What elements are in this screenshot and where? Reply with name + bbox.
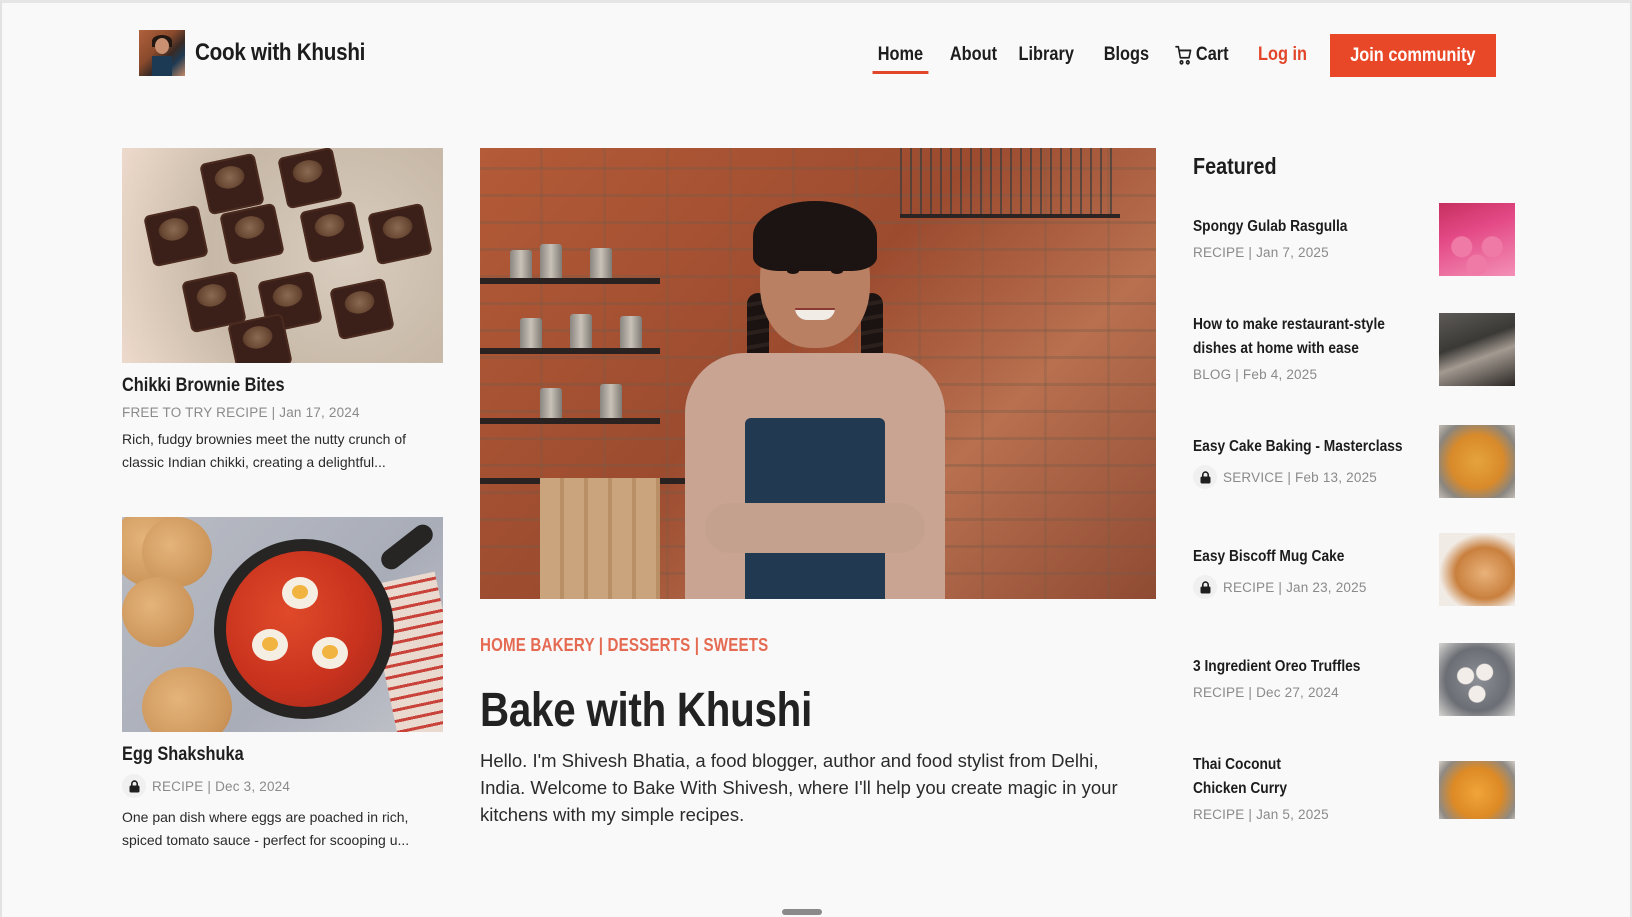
hero-title: Bake with Khushi [480, 684, 813, 737]
join-community-label: Join community [1350, 44, 1476, 66]
featured-item-meta: RECIPE | Dec 27, 2024 [1193, 685, 1339, 700]
card-image-chikki-brownie[interactable] [122, 148, 443, 363]
nav-library[interactable]: Library [1019, 44, 1074, 66]
featured-item-title[interactable]: Spongy Gulab Rasgulla [1193, 215, 1403, 239]
site-header: Cook with Khushi Home About Library Blog… [2, 3, 1630, 103]
hero-description: Hello. I'm Shivesh Bhatia, a food blogge… [480, 750, 1118, 825]
featured-item-meta: BLOG | Feb 4, 2025 [1193, 367, 1318, 382]
featured-item-meta: SERVICE | Feb 13, 2025 [1193, 465, 1403, 489]
card-image-egg-shakshuka[interactable] [122, 517, 443, 732]
featured-item-meta: RECIPE | Jan 5, 2025 [1193, 807, 1329, 822]
nav-home[interactable]: Home [872, 44, 929, 74]
logo-avatar-image [139, 30, 185, 76]
card-meta: RECIPE | Dec 3, 2024 [122, 774, 443, 798]
featured-item[interactable]: How to make restaurant-style dishes at h… [1193, 313, 1515, 386]
card-description: Rich, fudgy brownies meet the nutty crun… [122, 431, 407, 470]
scroll-handle[interactable] [782, 909, 822, 915]
nav-cart[interactable]: Cart [1174, 44, 1229, 66]
featured-item[interactable]: 3 Ingredient Oreo Truffles RECIPE | Dec … [1193, 643, 1515, 716]
featured-item-title[interactable]: How to make restaurant-style dishes at h… [1193, 313, 1403, 361]
brand-name: Cook with Khushi [195, 39, 366, 66]
lock-icon [1193, 465, 1217, 489]
featured-thumbnail-masterclass[interactable] [1439, 425, 1515, 498]
featured-item-meta: RECIPE | Jan 23, 2025 [1193, 575, 1403, 599]
lock-icon [1193, 575, 1217, 599]
featured-item-title[interactable]: Easy Biscoff Mug Cake [1193, 545, 1403, 569]
recipe-card[interactable]: Egg Shakshuka RECIPE | Dec 3, 2024 One p… [122, 517, 443, 852]
login-link[interactable]: Log in [1258, 44, 1307, 66]
featured-thumbnail-cooking[interactable] [1439, 313, 1515, 386]
card-title[interactable]: Egg Shakshuka [122, 744, 398, 766]
featured-thumbnail-truffles[interactable] [1439, 643, 1515, 716]
featured-item[interactable]: Spongy Gulab Rasgulla RECIPE | Jan 7, 20… [1193, 203, 1515, 276]
featured-item[interactable]: Thai Coconut Chicken Curry RECIPE | Jan … [1193, 753, 1515, 822]
featured-thumbnail-curry[interactable] [1439, 761, 1515, 819]
featured-thumbnail-rasgulla[interactable] [1439, 203, 1515, 276]
hero-category-tags[interactable]: HOME BAKERY | DESSERTS | SWEETS [480, 635, 768, 656]
featured-item-title[interactable]: Easy Cake Baking - Masterclass [1193, 435, 1403, 459]
lock-icon [122, 774, 146, 798]
featured-item[interactable]: Easy Biscoff Mug Cake RECIPE | Jan 23, 2… [1193, 533, 1515, 606]
card-description: One pan dish where eggs are poached in r… [122, 809, 410, 848]
recipe-card[interactable]: Chikki Brownie Bites FREE TO TRY RECIPE … [122, 148, 443, 474]
shopping-cart-icon [1175, 45, 1192, 65]
cart-label: Cart [1195, 44, 1229, 65]
featured-item[interactable]: Easy Cake Baking - Masterclass SERVICE |… [1193, 425, 1515, 498]
featured-thumbnail-mug-cake[interactable] [1439, 533, 1515, 606]
join-community-button[interactable]: Join community [1330, 34, 1496, 77]
nav-about[interactable]: About [950, 44, 997, 66]
brand-logo[interactable]: Cook with Khushi [139, 30, 393, 76]
card-meta: FREE TO TRY RECIPE | Jan 17, 2024 [122, 405, 360, 420]
featured-heading: Featured [1193, 153, 1277, 179]
hero-image [480, 148, 1156, 599]
featured-item-meta: RECIPE | Jan 7, 2025 [1193, 245, 1329, 260]
nav-blogs[interactable]: Blogs [1104, 44, 1149, 66]
featured-item-title[interactable]: 3 Ingredient Oreo Truffles [1193, 655, 1403, 679]
featured-item-title[interactable]: Thai Coconut Chicken Curry [1193, 753, 1331, 801]
card-title[interactable]: Chikki Brownie Bites [122, 375, 398, 397]
